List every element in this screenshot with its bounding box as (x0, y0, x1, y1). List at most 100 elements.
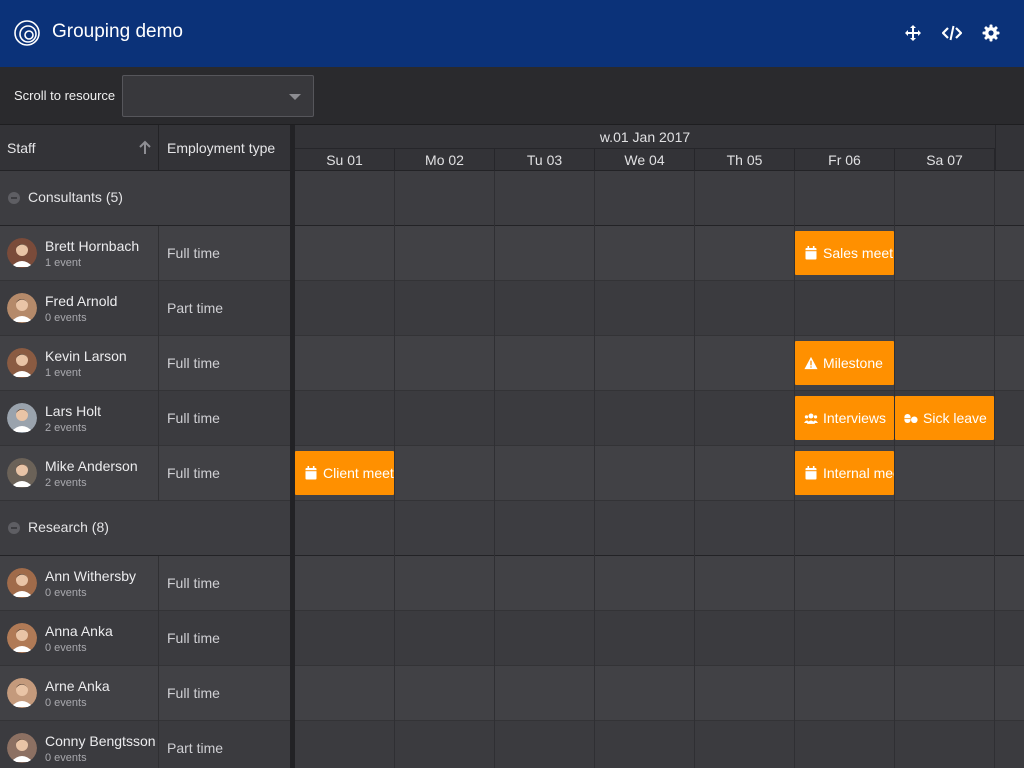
resource-event-count: 2 events (45, 422, 87, 434)
resource-event-count: 0 events (45, 587, 87, 599)
gear-icon[interactable] (980, 22, 1002, 44)
resource-row[interactable]: Fred Arnold 0 events Part time (0, 281, 290, 336)
column-header-employment-label: Employment type (167, 140, 276, 156)
event-bar[interactable]: Sick leave (895, 396, 994, 440)
timeline-group-row (295, 501, 1024, 556)
day-gridline (494, 171, 495, 768)
employment-type-cell: Full time (167, 575, 220, 591)
schedule-timeline: w.01 Jan 2017 Su 01 Mo 02 Tu 03 We 04 Th 05 F… (295, 125, 1024, 768)
event-name: Client meet (323, 465, 394, 481)
grid-header: Staff Employment type (0, 125, 290, 171)
toolbar: Scroll to resource (0, 67, 1024, 125)
timeline-row[interactable] (295, 721, 1024, 768)
employment-type-cell: Part time (167, 300, 224, 316)
staff-cell: Conny Bengtsson 0 events (0, 721, 159, 768)
resource-row[interactable]: Lars Holt 2 events Full time (0, 391, 290, 446)
resource-event-count: 1 event (45, 257, 82, 269)
employment-type-cell: Full time (167, 630, 220, 646)
group-header-row[interactable]: Research (8) (0, 501, 290, 556)
event-name: Sales meet (823, 245, 894, 261)
day-gridline (694, 171, 695, 768)
event-bar[interactable]: Client meet (295, 451, 394, 495)
resource-row[interactable]: Kevin Larson 1 event Full time (0, 336, 290, 391)
employment-type-cell: Part time (167, 740, 224, 756)
event-bar[interactable]: Interviews (795, 396, 894, 440)
timeline-row[interactable] (295, 446, 1024, 501)
resource-name: Arne Anka (45, 678, 110, 694)
day-gridline (894, 171, 895, 768)
staff-cell: Brett Hornbach 1 event (0, 226, 159, 281)
event-name: Internal meet (823, 465, 894, 481)
resource-row[interactable]: Anna Anka 0 events Full time (0, 611, 290, 666)
employment-type-cell: Full time (167, 355, 220, 371)
week-header: w.01 Jan 2017 (295, 125, 995, 149)
timeline-row[interactable] (295, 611, 1024, 666)
warning-icon (804, 356, 818, 370)
next-week-header (995, 125, 1024, 171)
code-icon[interactable] (941, 22, 963, 44)
staff-cell: Kevin Larson 1 event (0, 336, 159, 391)
timeline-row[interactable] (295, 666, 1024, 721)
pills-icon (904, 411, 918, 425)
avatar (7, 403, 37, 433)
resource-row[interactable]: Brett Hornbach 1 event Full time (0, 226, 290, 281)
column-header-employment[interactable]: Employment type (160, 125, 290, 171)
resource-name: Fred Arnold (45, 293, 118, 309)
scroll-to-resource-label: Scroll to resource (14, 88, 116, 103)
users-icon (804, 411, 818, 425)
timeline-row[interactable] (295, 281, 1024, 336)
resource-event-count: 0 events (45, 312, 87, 324)
day-header: Sa 07 (895, 149, 995, 171)
timeline-row[interactable] (295, 556, 1024, 611)
employment-type-cell: Full time (167, 245, 220, 261)
staff-cell: Anna Anka 0 events (0, 611, 159, 666)
avatar (7, 293, 37, 323)
group-header-row[interactable]: Consultants (5) (0, 171, 290, 226)
event-name: Milestone (823, 355, 883, 371)
resource-event-count: 0 events (45, 642, 87, 654)
event-name: Interviews (823, 410, 887, 426)
sort-ascending-icon[interactable] (138, 140, 152, 156)
event-bar[interactable]: Sales meet (795, 231, 894, 275)
group-label: Consultants (5) (28, 189, 123, 205)
resource-name: Lars Holt (45, 403, 102, 419)
avatar (7, 568, 37, 598)
day-gridline (994, 171, 995, 768)
avatar (7, 238, 37, 268)
resource-event-count: 1 event (45, 367, 82, 379)
staff-cell: Mike Anderson 2 events (0, 446, 159, 501)
app-header: Grouping demo (0, 0, 1024, 67)
avatar (7, 733, 37, 763)
calendar-icon (804, 246, 818, 260)
day-header: Tu 03 (495, 149, 595, 171)
column-header-staff-label: Staff (7, 140, 36, 156)
resource-grid: Staff Employment type Consultants (5) Bre… (0, 125, 290, 768)
employment-type-cell: Full time (167, 410, 220, 426)
collapse-group-icon[interactable] (8, 522, 20, 534)
avatar (7, 678, 37, 708)
resource-row[interactable]: Conny Bengtsson 0 events Part time (0, 721, 290, 768)
collapse-group-icon[interactable] (8, 192, 20, 204)
resource-name: Kevin Larson (45, 348, 127, 364)
event-name: Sick leave (923, 410, 987, 426)
group-label: Research (8) (28, 519, 109, 535)
chevron-down-icon[interactable] (289, 94, 301, 100)
scroll-to-resource-combo[interactable] (122, 75, 314, 117)
resource-event-count: 2 events (45, 477, 87, 489)
day-header: Th 05 (695, 149, 795, 171)
day-header: We 04 (595, 149, 695, 171)
timeline-row[interactable] (295, 336, 1024, 391)
event-bar[interactable]: Milestone (795, 341, 894, 385)
move-icon[interactable] (902, 22, 924, 44)
employment-type-cell: Full time (167, 465, 220, 481)
resource-row[interactable]: Mike Anderson 2 events Full time (0, 446, 290, 501)
avatar (7, 458, 37, 488)
resource-row[interactable]: Ann Withersby 0 events Full time (0, 556, 290, 611)
staff-cell: Lars Holt 2 events (0, 391, 159, 446)
resource-row[interactable]: Arne Anka 0 events Full time (0, 666, 290, 721)
event-bar[interactable]: Internal meet (795, 451, 894, 495)
employment-type-cell: Full time (167, 685, 220, 701)
timeline-row[interactable] (295, 226, 1024, 281)
column-header-staff[interactable]: Staff (0, 125, 159, 171)
logo-icon (14, 20, 40, 46)
